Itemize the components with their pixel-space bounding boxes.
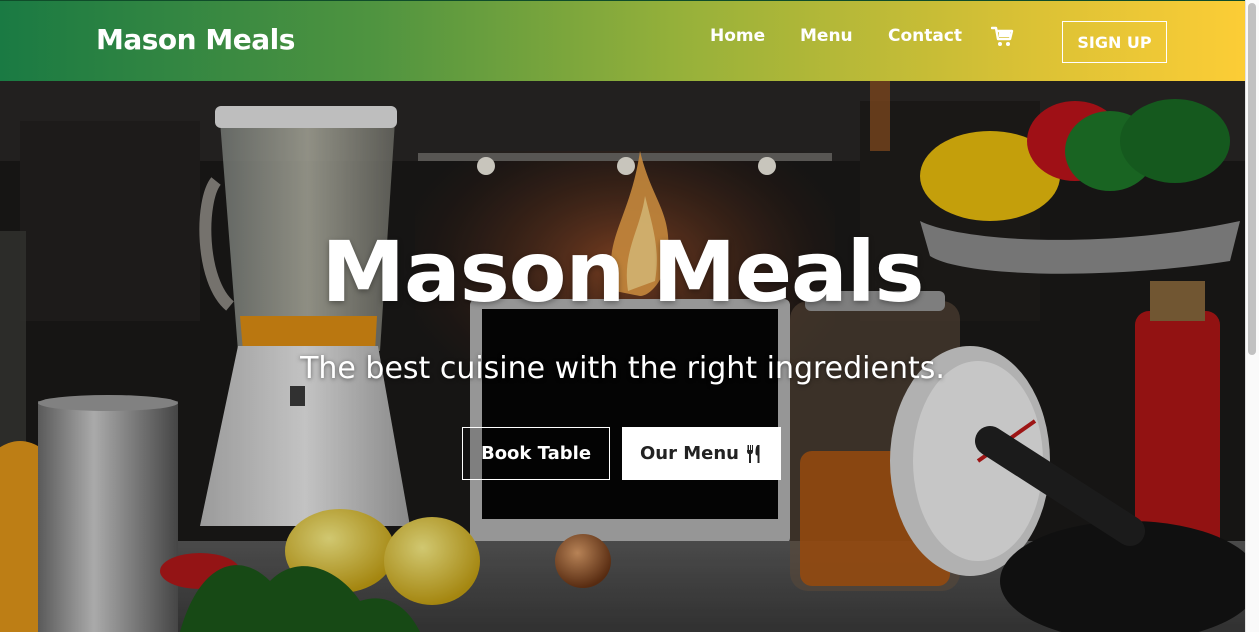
signup-button[interactable]: SIGN UP (1062, 21, 1167, 63)
shopping-cart-icon[interactable] (990, 26, 1015, 48)
hero-content: Mason Meals The best cuisine with the ri… (0, 81, 1245, 632)
our-menu-label: Our Menu (639, 443, 739, 464)
utensils-icon (745, 444, 763, 464)
hero-subtitle: The best cuisine with the right ingredie… (300, 351, 945, 386)
scrollbar-thumb[interactable] (1248, 3, 1256, 355)
navbar: Mason Meals Home Menu Contact SIGN UP (0, 0, 1245, 81)
nav-link-home[interactable]: Home (710, 26, 765, 46)
our-menu-button[interactable]: Our Menu (622, 427, 781, 480)
brand-logo[interactable]: Mason Meals (96, 23, 295, 56)
book-table-button[interactable]: Book Table (462, 427, 610, 480)
hero-title: Mason Meals (321, 223, 924, 321)
nav-link-contact[interactable]: Contact (888, 26, 962, 46)
hero-section: Mason Meals The best cuisine with the ri… (0, 81, 1245, 632)
nav-link-menu[interactable]: Menu (800, 26, 853, 46)
